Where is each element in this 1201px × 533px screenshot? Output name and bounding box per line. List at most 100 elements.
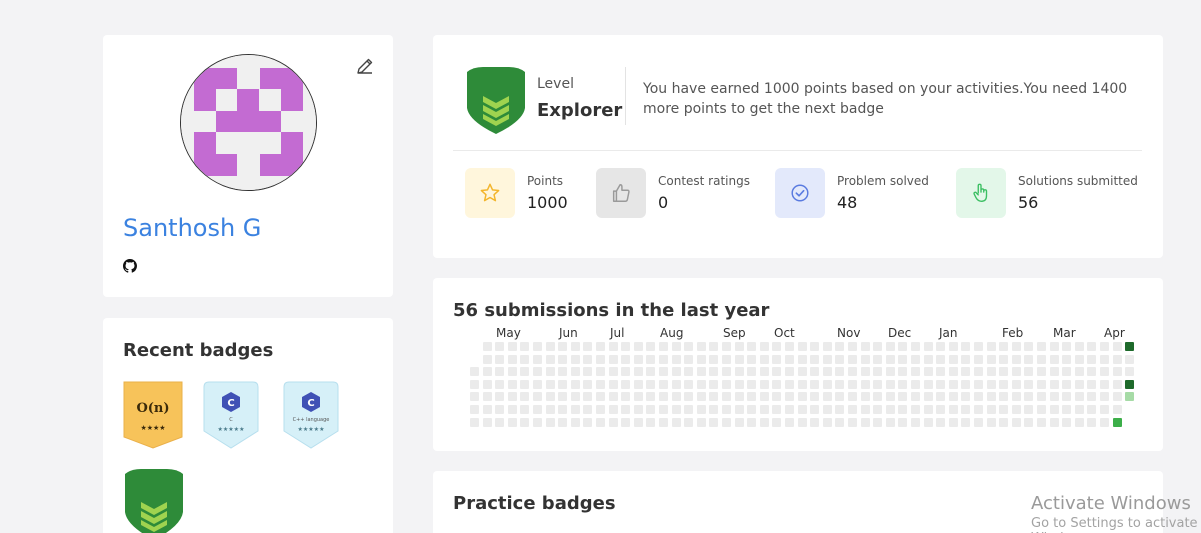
heatmap-day-cell <box>722 354 731 364</box>
heatmap-day-cell <box>1062 379 1072 389</box>
heatmap-day-cell <box>608 367 618 377</box>
c-badge[interactable]: C C ★★★★★ <box>203 381 259 454</box>
heatmap-day-cell <box>671 354 681 364</box>
heatmap-day-cell <box>961 405 971 414</box>
heatmap-day-cell <box>860 342 870 351</box>
heatmap-day-cell <box>482 342 492 351</box>
heatmap-day-cell <box>810 354 820 364</box>
heatmap-day-cell <box>482 379 492 389</box>
stat-label: Contest ratings <box>658 174 750 188</box>
submissions-heatmap-card: 56 submissions in the last year May Jun … <box>433 278 1163 451</box>
heatmap-day-cell <box>470 379 479 389</box>
heatmap-day-cell <box>1100 354 1109 364</box>
heatmap-day-cell <box>633 367 643 377</box>
heatmap-day-cell <box>633 392 643 402</box>
heatmap-day-cell <box>747 392 757 402</box>
heatmap-day-cell <box>671 379 681 389</box>
heatmap-day-cell <box>671 367 681 377</box>
heatmap-day-cell <box>986 367 996 377</box>
edit-profile-icon[interactable] <box>355 56 375 76</box>
heatmap-day-cell <box>583 342 593 351</box>
heatmap-day-cell <box>709 367 719 377</box>
heatmap-day-cell <box>936 379 946 389</box>
heatmap-day-cell <box>583 379 593 389</box>
heatmap-day-cell <box>520 367 530 377</box>
heatmap-day-cell <box>885 405 895 414</box>
month-label: Jul <box>610 326 625 340</box>
heatmap-day-cell <box>1037 342 1046 351</box>
heatmap-day-cell <box>545 342 555 351</box>
explorer-shield-icon <box>465 66 527 139</box>
heatmap-day-cell <box>646 367 656 377</box>
heatmap-day-cell <box>659 379 668 389</box>
github-icon[interactable] <box>123 259 137 273</box>
cpp-badge[interactable]: C C++ language ★★★★★ <box>283 381 339 454</box>
heatmap-day-cell <box>747 405 757 414</box>
heatmap-day-cell <box>545 405 555 414</box>
heatmap-day-cell <box>835 405 845 414</box>
svg-text:★★★★★: ★★★★★ <box>298 426 325 433</box>
heatmap-day-cell <box>1062 342 1072 351</box>
heatmap-day-cell <box>936 417 946 427</box>
month-label: Mar <box>1053 326 1076 340</box>
level-value: Explorer <box>537 100 623 121</box>
heatmap-day-cell <box>835 392 845 402</box>
heatmap-day-cell <box>772 367 782 377</box>
heatmap-day-cell <box>822 417 832 427</box>
heatmap-day-cell <box>860 405 870 414</box>
heatmap-day-cell <box>709 354 719 364</box>
heatmap-day-cell <box>835 342 845 351</box>
heatmap-day-cell <box>797 405 807 414</box>
heatmap-day-cell <box>722 367 731 377</box>
heatmap-day-cell <box>999 392 1009 402</box>
heatmap-day-cell <box>898 379 908 389</box>
heatmap-day-cell <box>734 342 744 351</box>
heatmap-day-cell <box>810 392 820 402</box>
big-o-badge[interactable]: O(n) ★★★★ <box>123 381 183 454</box>
heatmap-day-cell <box>1074 405 1084 414</box>
heatmap-day-cell <box>785 342 794 351</box>
heatmap-day-cell <box>545 379 555 389</box>
heatmap-day-cell <box>671 392 681 402</box>
month-label: Sep <box>723 326 746 340</box>
heatmap-day-cell <box>533 417 542 427</box>
heatmap-day-cell <box>533 379 542 389</box>
heatmap-day-cell <box>495 354 505 364</box>
heatmap-day-cell <box>558 367 568 377</box>
heatmap-day-cell <box>570 379 580 389</box>
practice-badges-title: Practice badges <box>453 493 616 514</box>
heatmap-day-cell <box>1062 405 1072 414</box>
month-label: Feb <box>1002 326 1024 340</box>
heatmap-day-cell <box>999 367 1009 377</box>
heatmap-day-cell <box>898 392 908 402</box>
month-label: Jun <box>559 326 578 340</box>
heatmap-day-cell <box>520 392 530 402</box>
heatmap-day-cell <box>822 354 832 364</box>
explorer-badge[interactable] <box>123 468 185 533</box>
heatmap-day-cell <box>835 417 845 427</box>
heatmap-day-cell <box>570 417 580 427</box>
heatmap-day-cell <box>1074 417 1084 427</box>
heatmap-day-cell <box>470 392 479 402</box>
heatmap-day-cell <box>759 392 769 402</box>
heatmap-day-cell <box>810 417 820 427</box>
heatmap-day-cell <box>684 342 694 351</box>
heatmap-day-cell <box>533 342 542 351</box>
heatmap-day-cell <box>759 367 769 377</box>
heatmap-day-cell <box>1062 417 1072 427</box>
heatmap-day-cell <box>948 392 958 402</box>
heatmap-day-cell <box>797 367 807 377</box>
heatmap-day-cell <box>659 367 668 377</box>
heatmap-day-cell <box>948 417 958 427</box>
thumbs-up-icon <box>596 168 646 218</box>
heatmap-day-cell <box>671 342 681 351</box>
heatmap-day-cell <box>558 392 568 402</box>
heatmap-day-cell <box>1087 417 1097 427</box>
heatmap-day-cell <box>873 342 883 351</box>
heatmap-day-cell <box>684 367 694 377</box>
heatmap-day-cell <box>608 392 618 402</box>
svg-text:O(n): O(n) <box>136 401 169 416</box>
heatmap-day-cell <box>722 405 731 414</box>
heatmap-day-cell <box>974 379 983 389</box>
heatmap-day-cell <box>961 379 971 389</box>
